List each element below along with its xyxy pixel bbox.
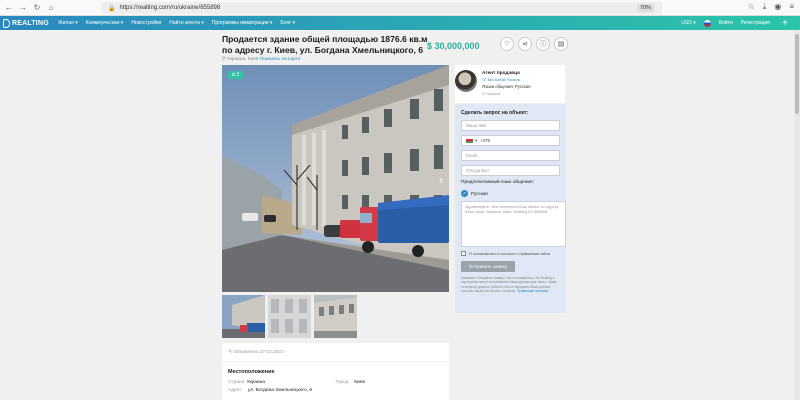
published-date: ✎ Обновлено 27.02.2023 (228, 350, 284, 355)
next-photo-icon[interactable]: › (439, 173, 443, 187)
lock-icon: 🔒 (108, 5, 116, 12)
menu-item-immigration[interactable]: Программы иммиграции ▾ (212, 20, 273, 26)
thumbnail-image (268, 295, 311, 338)
currency-select[interactable]: USD ▾ (681, 20, 695, 26)
favorite-button[interactable]: ♡ (500, 37, 514, 51)
thumbnail-image (222, 295, 265, 338)
belarus-flag-icon (466, 138, 473, 143)
url-text: https://realting.com/ru/ukraine/855898 (119, 5, 221, 11)
info-icon: ⓘ (539, 41, 547, 48)
listing-price: $ 30,000,000 (427, 41, 480, 51)
site-logo[interactable]: REALTING (3, 18, 58, 28)
menu-item-find-agent[interactable]: Найти агента ▾ (169, 20, 204, 26)
pdf-button[interactable]: ▤ (554, 37, 568, 51)
camera-icon: ◘ (232, 72, 236, 78)
language-flag-icon[interactable] (703, 19, 711, 27)
thumbnail-3[interactable] (314, 295, 357, 338)
scrollbar-thumb[interactable] (795, 34, 799, 114)
menu-item-blog[interactable]: Блог ▾ (280, 20, 295, 26)
language-option[interactable]: ✓ Русская (461, 190, 560, 197)
menu-icon[interactable]: ≡ (789, 2, 794, 12)
form-title: Сделать запрос на объект: (461, 110, 529, 116)
name-field[interactable]: Ваше имя (461, 120, 560, 131)
disclaimer-text: Нажимая «Отправить заявку», Вы соглашает… (461, 276, 557, 293)
consent-row: Я ознакомился и согласен с правилами сай… (461, 251, 560, 256)
location-row: Страна Украина Город Киев (228, 380, 365, 385)
logo-icon (3, 18, 10, 28)
share-icon: ⋖ (522, 41, 528, 48)
add-listing-button[interactable]: + (778, 16, 792, 30)
street-photo (222, 65, 449, 292)
menu-item-new-buildings[interactable]: Новостройки (131, 20, 161, 26)
thumbnail-image (314, 295, 357, 338)
submit-button[interactable]: Отправить заявку (461, 261, 515, 272)
agent-company-link[interactable]: ТЕ Вих-Белой-Россиль (482, 78, 520, 82)
language-label: Предпочитаемый язык общения: (461, 180, 534, 185)
photo-count-badge: ◘ 3 (228, 71, 244, 79)
agent-city: ⚲ Украина (482, 92, 501, 96)
main-menu: Жилая ▾ Коммерческая ▾ Новостройки Найти… (58, 20, 295, 26)
agent-avatar[interactable] (455, 70, 477, 92)
page-title: Продается здание общей площадью 1876.6 к… (222, 34, 428, 55)
site-header: REALTING Жилая ▾ Коммерческая ▾ Новостро… (0, 16, 800, 30)
privacy-link[interactable]: Правилами политики (517, 289, 548, 293)
agent-languages: Языки общения: Русская (482, 84, 531, 89)
pin-icon: ⚲ (222, 57, 226, 62)
listing-actions: ♡ ⋖ ⓘ ▤ (500, 37, 568, 51)
back-icon[interactable]: ← (4, 3, 14, 13)
toolbar-icons: ☆ ⤓ ◉ ≡ (748, 2, 794, 12)
phone-field[interactable]: ▾ +375 (461, 135, 560, 146)
location-section: Местоположение Страна Украина Город Киев… (222, 361, 449, 400)
location-row: Адрес ул. Богдана Хмельницкого, 6 (228, 388, 313, 393)
pin-icon: ⚲ (482, 92, 485, 96)
info-button[interactable]: ⓘ (536, 37, 550, 51)
photo-thumbnails (222, 295, 357, 338)
document-icon: ▤ (557, 41, 565, 48)
thumbnail-2[interactable] (268, 295, 311, 338)
listing-header: Продается здание общей площадью 1876.6 к… (222, 34, 568, 62)
menu-item-residential[interactable]: Жилая ▾ (58, 20, 78, 26)
city-field[interactable]: Откуда Вы? (461, 165, 560, 176)
inquiry-form: Сделать запрос на объект: Ваше имя ▾ +37… (455, 104, 566, 313)
thumbnail-1[interactable] (222, 295, 265, 338)
heart-icon: ♡ (503, 41, 511, 48)
account-icon[interactable]: ◉ (774, 2, 781, 12)
agent-card: Агент продавца ТЕ Вих-Белой-Россиль Язык… (455, 65, 565, 103)
chevron-down-icon[interactable]: ▾ (475, 138, 477, 144)
listing-sublocation: ⚲ Украина, Киев Показать на карте (222, 57, 301, 62)
header-right: USD ▾ Войти Регистрация + (681, 16, 792, 30)
bookmark-icon[interactable]: ☆ (748, 2, 755, 12)
main-photo[interactable]: ◘ 3 › (222, 65, 449, 292)
home-icon[interactable]: ⌂ (46, 3, 56, 13)
reload-icon[interactable]: ↻ (32, 3, 42, 13)
show-on-map-link[interactable]: Показать на карте (260, 57, 301, 62)
menu-item-commercial[interactable]: Коммерческая ▾ (86, 20, 124, 26)
message-textarea[interactable]: Здравствуйте. Мне интересен Ваш объект п… (461, 201, 566, 247)
pencil-icon: ✎ (228, 350, 233, 355)
share-button[interactable]: ⋖ (518, 37, 532, 51)
location-heading: Местоположение (228, 369, 275, 375)
zoom-indicator[interactable]: 70% (636, 4, 654, 12)
address-bar[interactable]: 🔒 https://realting.com/ru/ukraine/855898… (102, 2, 662, 14)
consent-checkbox[interactable] (461, 251, 466, 256)
downloads-icon[interactable]: ⤓ (763, 2, 767, 12)
email-field[interactable]: Email (461, 150, 560, 161)
browser-toolbar: ← → ↻ ⌂ 🔒 https://realting.com/ru/ukrain… (0, 0, 800, 16)
register-link[interactable]: Регистрация (741, 20, 770, 26)
forward-icon[interactable]: → (18, 3, 28, 13)
check-icon[interactable]: ✓ (461, 190, 468, 197)
agent-label: Агент продавца (482, 71, 520, 76)
login-link[interactable]: Войти (719, 20, 733, 26)
